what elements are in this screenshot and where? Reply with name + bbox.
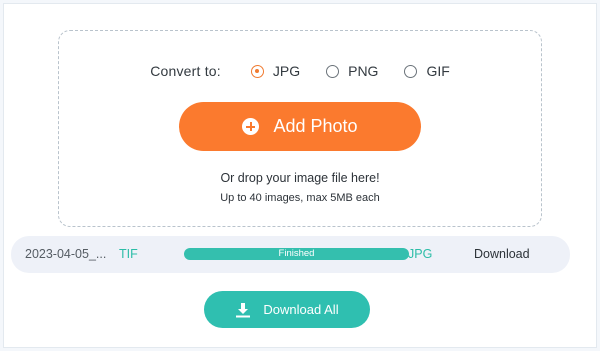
format-option-jpg[interactable]: JPG [250,63,301,79]
file-row: 2023-04-05_... TIF Finished JPG Download [11,236,570,273]
format-option-png[interactable]: PNG [326,63,378,79]
convert-to-label: Convert to: [150,63,221,79]
add-photo-button[interactable]: Add Photo [179,102,421,151]
drop-hint: Or drop your image file here! [220,171,380,185]
progress-status: Finished [278,248,315,259]
format-option-gif[interactable]: GIF [404,63,450,79]
upload-limit-hint: Up to 40 images, max 5MB each [220,192,380,204]
download-all-button[interactable]: Download All [204,291,370,328]
plus-circle-icon [242,118,260,135]
gif-radio[interactable] [404,64,418,78]
png-option-label: PNG [348,63,379,79]
download-icon [236,302,251,317]
download-button[interactable]: Download [474,247,530,261]
download-all-label: Download All [263,302,339,317]
target-format: JPG [408,247,433,261]
png-radio[interactable] [326,64,340,78]
converter-panel: Convert to: JPG PNG GIF Add Photo Or dro… [3,3,597,348]
file-name: 2023-04-05_... [25,247,107,261]
image-drop-zone[interactable]: Convert to: JPG PNG GIF Add Photo Or dro… [58,30,542,227]
add-photo-label: Add Photo [273,116,358,136]
convert-options: Convert to: JPG PNG GIF [59,63,541,79]
gif-option-label: GIF [426,63,450,79]
source-format: TIF [119,247,138,261]
jpg-option-label: JPG [272,63,301,79]
progress-bar: Finished [184,248,409,260]
jpg-radio[interactable] [250,64,264,78]
